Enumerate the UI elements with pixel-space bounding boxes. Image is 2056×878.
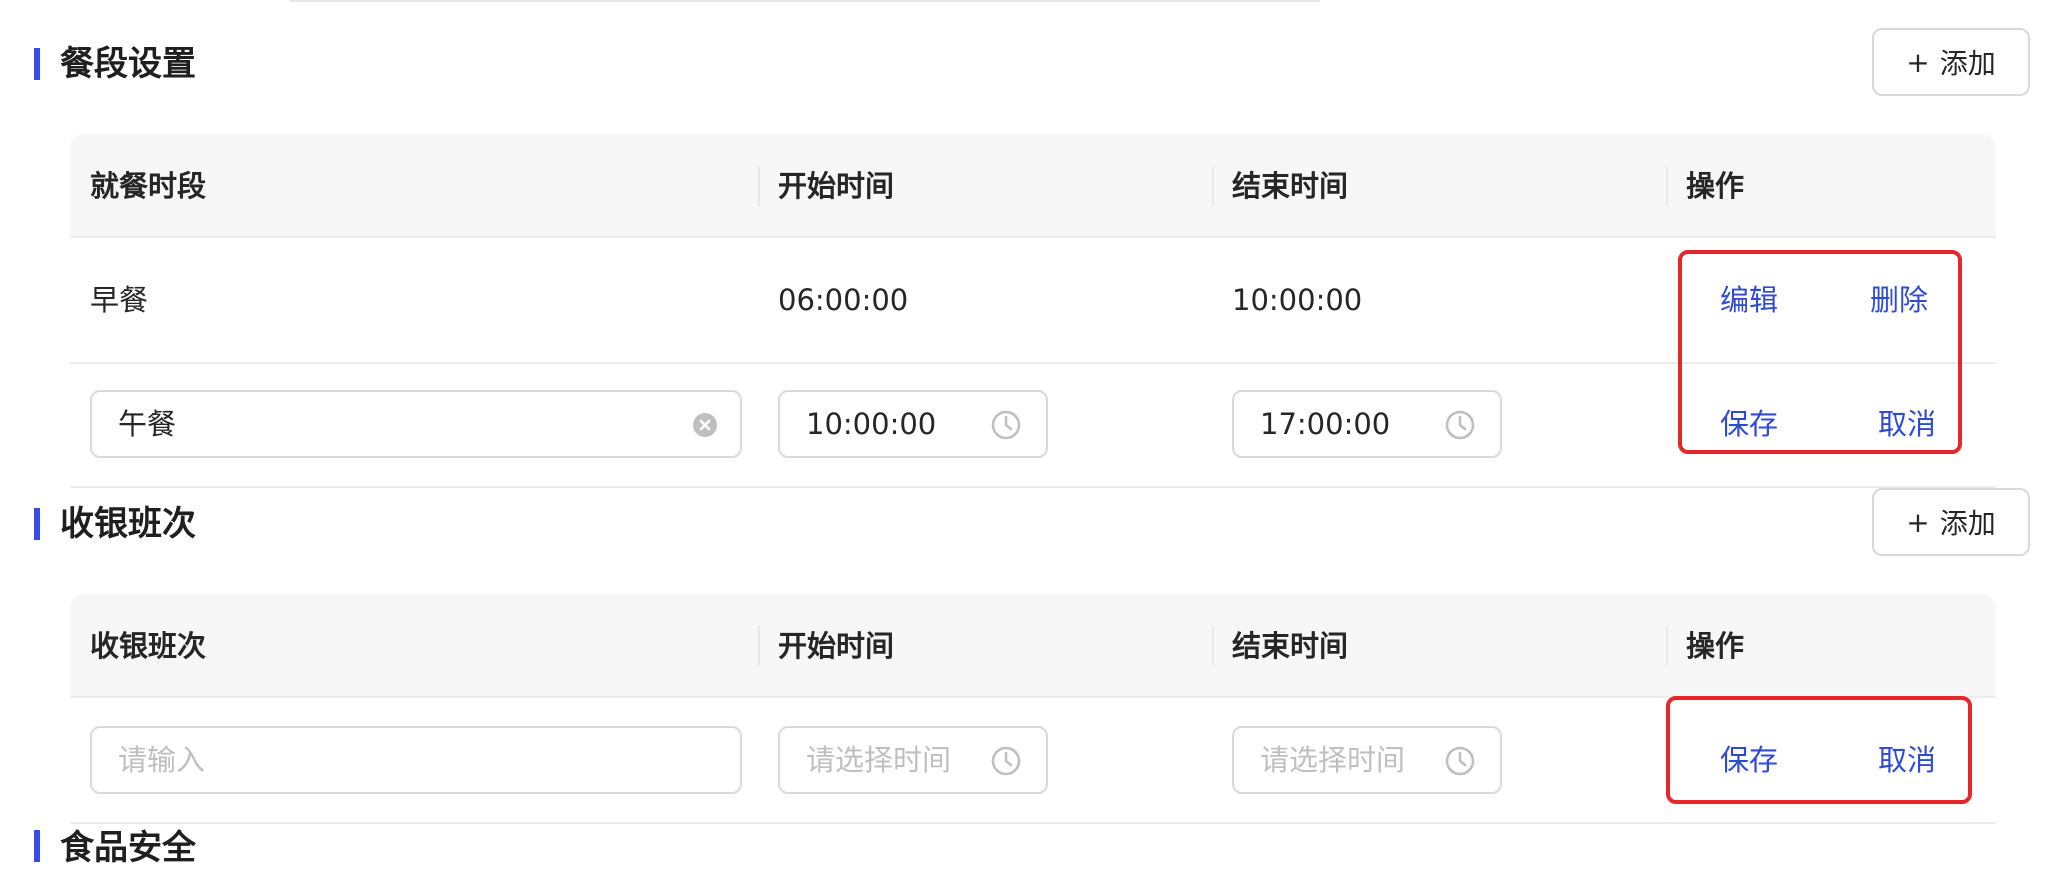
annotation-highlight-box [1666,696,1972,804]
end-time-placeholder: 请选择时间 [1260,743,1406,777]
column-divider [758,166,760,206]
meal-name-input[interactable]: 午餐 [90,390,742,458]
meal-name-cell: 早餐 [90,283,149,317]
start-time-cell: 06:00:00 [778,283,909,317]
cashier-section-header: 收银班次 + 添加 [0,488,2056,556]
plus-icon: + [1906,505,1930,539]
clear-circle-icon[interactable] [692,412,718,438]
clock-icon [991,746,1021,776]
col-header-start-time: 开始时间 [778,169,895,203]
section-title-meal: 餐段设置 [60,44,196,84]
section-title-cashier: 收银班次 [60,504,196,544]
clock-icon [991,410,1021,440]
cashier-add-button[interactable]: + 添加 [1872,488,2030,556]
meal-name-value: 午餐 [118,407,177,441]
top-divider [290,0,1320,2]
column-divider [1212,166,1214,206]
section-accent-bar [34,508,40,540]
cashier-table-header: 收银班次 开始时间 结束时间 操作 [70,594,1996,698]
col-header-meal-period: 就餐时段 [90,169,207,203]
meal-add-button[interactable]: + 添加 [1872,28,2030,96]
column-divider [1212,626,1214,666]
column-divider [1666,166,1668,206]
col-header-actions: 操作 [1686,629,1745,663]
col-header-cashier-shift: 收银班次 [90,629,207,663]
meal-section-header: 餐段设置 + 添加 [0,28,2056,96]
add-button-label: 添加 [1939,47,1996,80]
end-time-picker[interactable]: 17:00:00 [1232,390,1502,458]
col-header-actions: 操作 [1686,169,1745,203]
end-time-picker[interactable]: 请选择时间 [1232,726,1502,794]
section-accent-bar [34,830,40,862]
meal-table-header: 就餐时段 开始时间 结束时间 操作 [70,134,1996,238]
col-header-end-time: 结束时间 [1232,169,1349,203]
cashier-shift-placeholder: 请输入 [118,743,206,777]
clock-icon [1445,746,1475,776]
section-accent-bar [34,48,40,80]
section-title-food-safety: 食品安全 [60,828,196,868]
start-time-value: 10:00:00 [806,407,937,441]
annotation-highlight-box [1678,250,1962,454]
column-divider [1666,626,1668,666]
end-time-cell: 10:00:00 [1232,283,1363,317]
col-header-start-time: 开始时间 [778,629,895,663]
start-time-placeholder: 请选择时间 [806,743,952,777]
cashier-shift-input[interactable]: 请输入 [90,726,742,794]
end-time-value: 17:00:00 [1260,407,1391,441]
start-time-picker[interactable]: 请选择时间 [778,726,1048,794]
add-button-label: 添加 [1939,507,1996,540]
col-header-end-time: 结束时间 [1232,629,1349,663]
column-divider [758,626,760,666]
food-safety-section-header: 食品安全 [0,818,2056,868]
plus-icon: + [1906,45,1930,79]
clock-icon [1445,410,1475,440]
start-time-picker[interactable]: 10:00:00 [778,390,1048,458]
